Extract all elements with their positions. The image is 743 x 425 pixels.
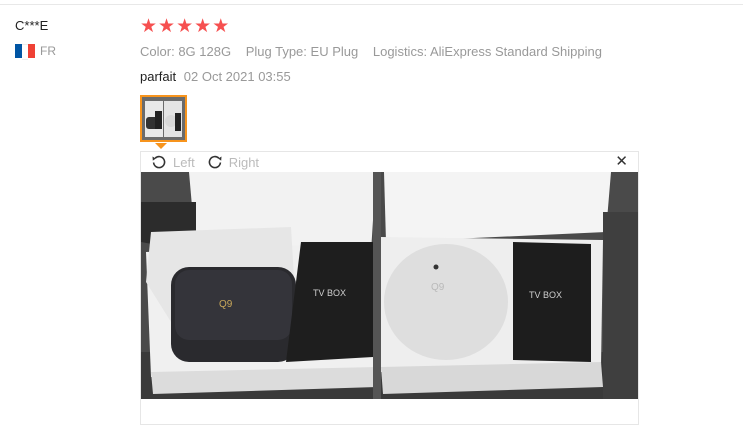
attr-color-value: 8G 128G	[178, 44, 232, 59]
review-text: parfait	[140, 69, 177, 84]
right-device-logo: Q9	[431, 282, 445, 293]
rotate-right-icon	[208, 155, 222, 169]
rotate-right-label: Right	[228, 154, 260, 170]
attr-plug-key: Plug Type:	[245, 44, 307, 59]
france-flag-icon	[15, 44, 36, 60]
review-content: parfait 02 Oct 2021 03:55	[140, 69, 291, 84]
star-icon: ★	[176, 16, 194, 37]
star-icon: ★	[194, 16, 212, 37]
attr-plug-type: Plug Type: EU Plug	[246, 44, 359, 59]
review-photo-thumbnail[interactable]	[140, 95, 187, 142]
order-attributes: Color: 8G 128G Plug Type: EU Plug Logist…	[140, 44, 613, 59]
photo-viewer: Left Right ✕ Q9 TV BOX Q9 TV BOX	[140, 151, 639, 425]
country-code: FR	[40, 44, 56, 58]
star-icon: ★	[212, 16, 230, 37]
attr-color: Color: 8G 128G	[140, 44, 231, 59]
attr-plug-value: EU Plug	[310, 44, 359, 59]
review-photo: Q9 TV BOX Q9 TV BOX	[141, 172, 638, 399]
attr-logistics-value: AliExpress Standard Shipping	[429, 44, 602, 59]
attr-logistics-key: Logistics:	[372, 44, 428, 59]
left-device-logo: Q9	[219, 299, 233, 310]
thumbnail-image	[142, 97, 185, 140]
rotate-left-icon	[152, 155, 166, 169]
rotate-left-label: Left	[173, 154, 195, 170]
star-icon: ★	[158, 16, 176, 37]
right-box-label: TV BOX	[529, 290, 562, 300]
close-viewer-button[interactable]: ✕	[615, 154, 628, 170]
reviewer-country: FR	[15, 44, 56, 60]
attr-logistics: Logistics: AliExpress Standard Shipping	[373, 44, 602, 59]
rotate-right-button[interactable]: Right	[207, 154, 259, 170]
attr-color-key: Color:	[140, 44, 175, 59]
thumbnail-pointer	[155, 143, 167, 149]
viewer-toolbar: Left Right ✕	[141, 152, 638, 172]
left-box-label: TV BOX	[313, 288, 346, 298]
star-icon: ★	[140, 16, 158, 37]
review-date: 02 Oct 2021 03:55	[183, 69, 291, 84]
rotate-left-button[interactable]: Left	[151, 154, 195, 170]
top-divider	[0, 0, 743, 5]
reviewer-name: C***E	[15, 18, 49, 33]
star-rating: ★ ★ ★ ★ ★	[140, 17, 229, 37]
